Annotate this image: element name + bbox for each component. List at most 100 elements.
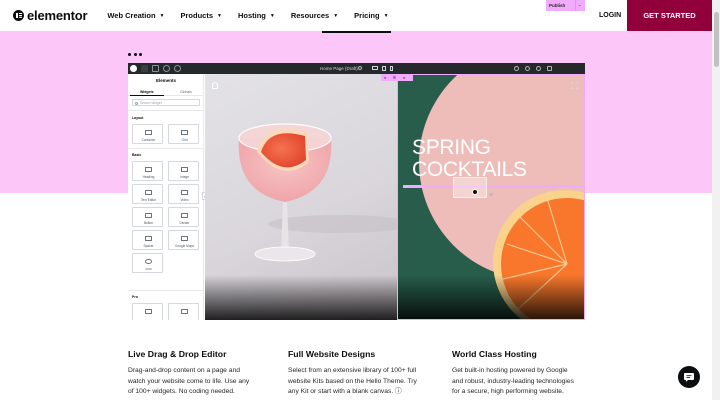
window-dots bbox=[128, 53, 145, 56]
editor-logo-icon[interactable] bbox=[130, 65, 137, 72]
chevron-down-icon: ▼ bbox=[217, 12, 222, 19]
feature-title: Full Website Designs bbox=[288, 349, 376, 359]
elements-panel: Elements Widgets Globals Search Widget L… bbox=[128, 74, 204, 320]
desktop-icon[interactable] bbox=[372, 66, 378, 70]
feature-drag-drop: Live Drag & Drop Editor Drag-and-drop co… bbox=[128, 349, 278, 398]
expand-icon[interactable] bbox=[571, 82, 578, 89]
page-settings-icon[interactable] bbox=[358, 66, 362, 70]
star-icon bbox=[145, 258, 152, 264]
nav-menu: Web Creation ▼ Products ▼ Hosting ▼ Resourc… bbox=[107, 11, 404, 20]
search-icon bbox=[135, 101, 138, 105]
tab-globals[interactable]: Globals bbox=[180, 90, 192, 94]
heading-icon bbox=[145, 166, 152, 172]
publish-button[interactable]: Publish ⌄ bbox=[546, 0, 585, 11]
mobile-icon[interactable] bbox=[390, 66, 393, 71]
chevron-down-icon: ▼ bbox=[333, 12, 339, 19]
history-icon[interactable] bbox=[525, 66, 530, 71]
plus-icon: + bbox=[489, 192, 494, 199]
feature-title: World Class Hosting bbox=[452, 349, 537, 359]
brand-name: elementor bbox=[27, 8, 88, 23]
nav-item-hosting[interactable]: Hosting ▼ bbox=[238, 11, 275, 20]
category-pro[interactable]: Pro bbox=[132, 295, 138, 299]
dragged-widget[interactable] bbox=[453, 177, 487, 198]
divider bbox=[128, 110, 204, 111]
divider bbox=[128, 290, 204, 291]
feature-hosting: World Class Hosting Get built-in hosting… bbox=[452, 349, 602, 398]
nav-item-products[interactable]: Products ▼ bbox=[181, 11, 222, 20]
notes-icon[interactable] bbox=[536, 66, 541, 71]
text-editor-icon bbox=[145, 189, 152, 195]
widget-google-maps[interactable]: Google Maps bbox=[168, 230, 199, 250]
nav-item-web-creation[interactable]: Web Creation ▼ bbox=[107, 11, 164, 20]
widget-text-editor[interactable]: Text Editor bbox=[132, 184, 163, 204]
editor-toolbar: Home Page (Draft) bbox=[128, 63, 585, 74]
pro-widget-icon bbox=[181, 308, 188, 314]
drag-cursor-icon bbox=[472, 189, 478, 195]
grid-icon bbox=[181, 129, 188, 135]
editor-page-title[interactable]: Home Page (Draft) bbox=[320, 66, 358, 71]
divider bbox=[128, 148, 204, 149]
close-icon[interactable]: × bbox=[384, 75, 386, 80]
nav-item-resources[interactable]: Resources ▼ bbox=[291, 11, 338, 20]
section-handle[interactable]: × ⠿ × bbox=[381, 74, 413, 81]
widget-grid[interactable]: Grid bbox=[168, 124, 199, 144]
top-navigation: elementor Web Creation ▼ Products ▼ Hostin… bbox=[0, 0, 712, 31]
tablet-icon[interactable] bbox=[382, 66, 386, 71]
feature-text: Select from an extensive library of 100+… bbox=[288, 367, 417, 395]
preview-eye-icon[interactable] bbox=[547, 66, 552, 71]
page: elementor Web Creation ▼ Products ▼ Hostin… bbox=[0, 0, 720, 400]
divider-icon bbox=[181, 212, 188, 218]
feature-website-designs: Full Website Designs Select from an exte… bbox=[288, 349, 438, 398]
widget-divider[interactable]: Divider bbox=[168, 207, 199, 227]
category-basic[interactable]: Basic bbox=[132, 153, 141, 157]
structure-icon[interactable] bbox=[163, 65, 170, 72]
chevron-down-icon[interactable]: ⌄ bbox=[578, 2, 581, 7]
button-icon bbox=[145, 212, 152, 218]
scrollbar-thumb[interactable] bbox=[713, 12, 719, 67]
login-link[interactable]: LOGIN bbox=[599, 12, 621, 19]
spacer-icon bbox=[145, 235, 152, 241]
category-layout[interactable]: Layout bbox=[132, 116, 143, 120]
hero-heading[interactable]: SPRING COCKTAILS bbox=[412, 137, 572, 181]
chevron-down-icon: ▼ bbox=[159, 12, 165, 19]
delete-icon[interactable]: × bbox=[403, 75, 405, 80]
tab-underline bbox=[130, 95, 164, 96]
settings-icon[interactable] bbox=[152, 65, 159, 72]
brand-logo[interactable]: elementor bbox=[13, 8, 88, 23]
image-icon bbox=[181, 166, 188, 172]
widget-pro-1[interactable] bbox=[132, 303, 163, 320]
nav-item-pricing[interactable]: Pricing ▼ bbox=[354, 11, 388, 20]
feature-text: Get built-in hosting powered by Google a… bbox=[452, 367, 574, 395]
widget-pro-2[interactable] bbox=[168, 303, 199, 320]
search-icon[interactable] bbox=[514, 66, 519, 71]
widget-search-input[interactable]: Search Widget bbox=[132, 99, 200, 106]
page-scrollbar[interactable] bbox=[712, 0, 720, 400]
drag-handle-icon[interactable]: ⠿ bbox=[393, 75, 396, 80]
widget-icon[interactable]: Icon bbox=[132, 253, 163, 273]
feature-title: Live Drag & Drop Editor bbox=[128, 349, 227, 359]
column-icon bbox=[212, 82, 218, 89]
video-icon bbox=[181, 189, 188, 195]
chat-button[interactable] bbox=[678, 366, 700, 388]
get-started-button[interactable]: GET STARTED bbox=[627, 0, 712, 31]
add-element-icon[interactable] bbox=[141, 65, 148, 72]
tab-widgets[interactable]: Widgets bbox=[140, 90, 154, 94]
panel-tabs: Widgets Globals bbox=[128, 88, 204, 96]
pro-widget-icon bbox=[145, 308, 152, 314]
widget-button[interactable]: Button bbox=[132, 207, 163, 227]
drop-indicator bbox=[403, 185, 585, 188]
chevron-down-icon: ▼ bbox=[383, 12, 389, 19]
widget-container[interactable]: Container bbox=[132, 124, 163, 144]
widget-spacer[interactable]: Spacer bbox=[132, 230, 163, 250]
widget-image[interactable]: Image bbox=[168, 161, 199, 181]
panel-title: Elements bbox=[155, 78, 176, 83]
help-icon[interactable] bbox=[174, 65, 181, 72]
editor-preview: Home Page (Draft) Elements Widgets Globa… bbox=[128, 63, 585, 320]
map-icon bbox=[181, 235, 188, 241]
chat-bubble-icon bbox=[684, 373, 694, 382]
elementor-logo-icon bbox=[13, 10, 24, 21]
bottom-shadow bbox=[205, 275, 585, 320]
widget-video[interactable]: Video bbox=[168, 184, 199, 204]
widget-heading[interactable]: Heading bbox=[132, 161, 163, 181]
container-icon bbox=[145, 129, 152, 135]
